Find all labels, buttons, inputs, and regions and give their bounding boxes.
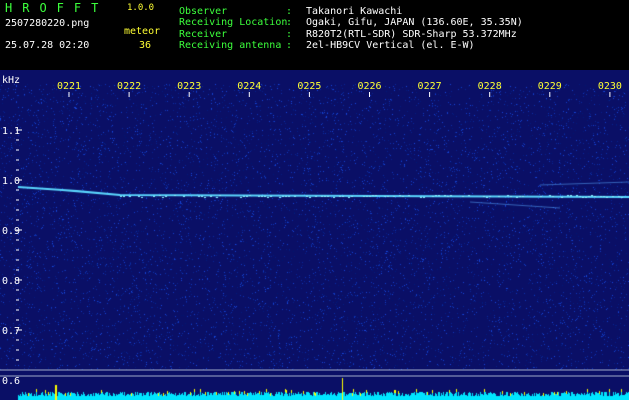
time-tick-label: 0226: [357, 81, 381, 92]
spectrogram-axes: kHz 0221 0222 0223 0224 0225 0226 0227 0228 0229…: [0, 75, 629, 387]
location-label: Receiving Location: [179, 17, 288, 28]
freq-tick-label: 0.6: [2, 376, 20, 387]
filename: 2507280220.png: [5, 18, 90, 29]
freq-tick-label: 0.8: [2, 276, 20, 287]
time-tick-label: 0229: [538, 81, 562, 92]
time-tick-label: 0222: [117, 81, 141, 92]
freq-tick-label: 0.7: [2, 326, 20, 337]
freq-tick-label: 1.0: [2, 176, 20, 187]
time-tick-label: 0230: [598, 81, 622, 92]
antenna-label: Receiving antenna: [179, 40, 282, 51]
datetime: 25.07.28 02:20: [5, 40, 90, 51]
time-tick-label: 0225: [297, 81, 321, 92]
time-tick-label: 0228: [478, 81, 502, 92]
time-tick-label: 0221: [57, 81, 81, 92]
unit-label: kHz: [2, 75, 20, 86]
time-tick-label: 0224: [237, 81, 261, 92]
info-separator: :: [286, 17, 293, 28]
antenna-value: 2el-HB9CV Vertical (el. E-W): [306, 40, 475, 51]
meteor-count: 36: [139, 40, 152, 51]
time-tick-label: 0227: [418, 81, 442, 92]
app-version: 1.0.0: [127, 3, 155, 13]
freq-tick-label: 1.1: [2, 126, 20, 137]
freq-tick-label: 0.9: [2, 226, 20, 237]
info-separator: :: [286, 40, 293, 51]
meteor-label: meteor: [124, 26, 161, 37]
location-value: Ogaki, Gifu, JAPAN (136.60E, 35.35N): [306, 17, 523, 28]
time-tick-label: 0223: [177, 81, 201, 92]
app-title: HROFFT: [5, 1, 109, 15]
